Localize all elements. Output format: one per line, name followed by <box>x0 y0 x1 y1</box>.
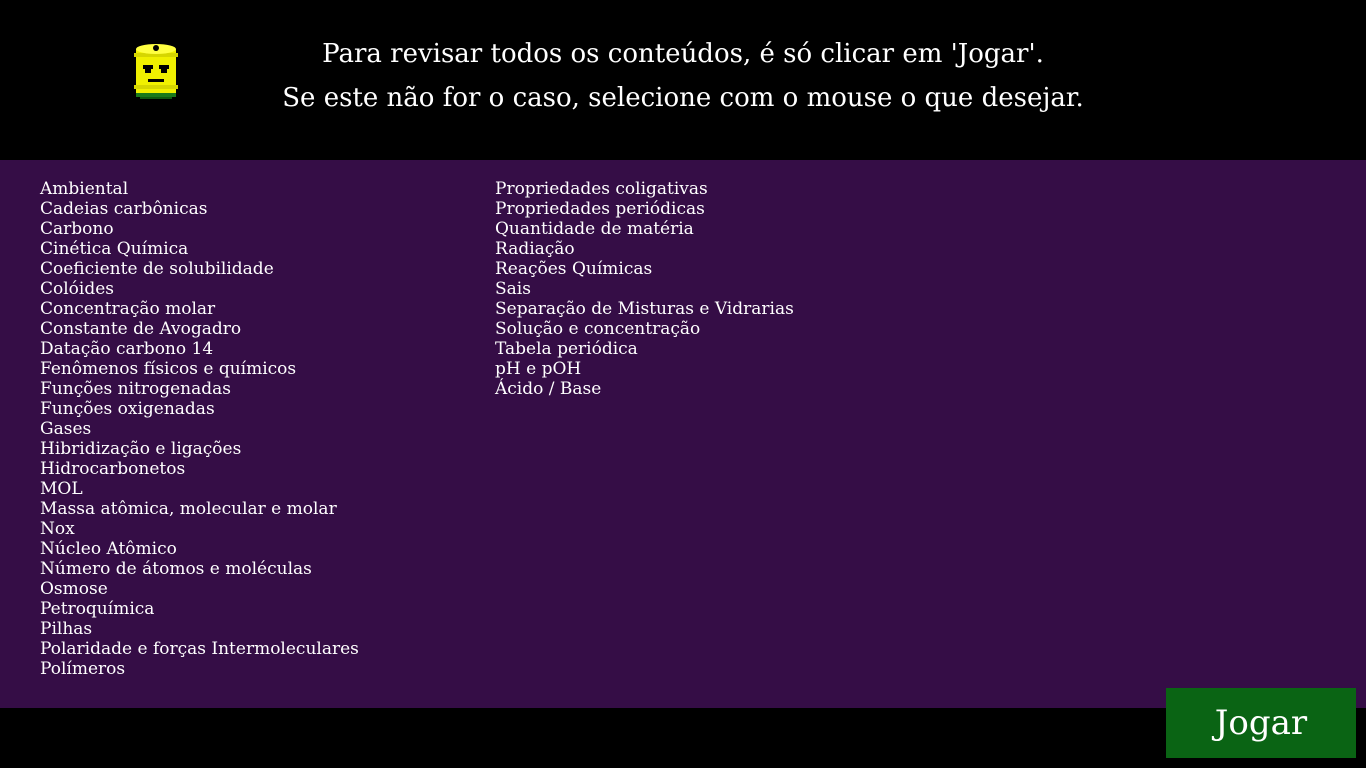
topic-item[interactable]: Hibridização e ligações <box>40 439 359 459</box>
header: Para revisar todos os conteúdos, é só cl… <box>0 0 1366 160</box>
topic-item[interactable]: Número de átomos e moléculas <box>40 559 359 579</box>
topic-item[interactable]: Carbono <box>40 219 359 239</box>
topic-item[interactable]: Tabela periódica <box>495 339 794 359</box>
topic-item[interactable]: Separação de Misturas e Vidrarias <box>495 299 794 319</box>
topic-selection-panel: Ambiental Cadeias carbônicas Carbono Cin… <box>0 160 1366 708</box>
topic-item[interactable]: Polaridade e forças Intermoleculares <box>40 639 359 659</box>
topic-list-right: Propriedades coligativas Propriedades pe… <box>495 179 794 399</box>
topic-item[interactable]: Hidrocarbonetos <box>40 459 359 479</box>
topic-item[interactable]: Concentração molar <box>40 299 359 319</box>
topic-item[interactable]: Cadeias carbônicas <box>40 199 359 219</box>
topic-item[interactable]: Ácido / Base <box>495 379 794 399</box>
topic-item[interactable]: Propriedades periódicas <box>495 199 794 219</box>
topic-item[interactable]: Coeficiente de solubilidade <box>40 259 359 279</box>
play-button[interactable]: Jogar <box>1166 688 1356 758</box>
topic-item[interactable]: Propriedades coligativas <box>495 179 794 199</box>
topic-item[interactable]: Osmose <box>40 579 359 599</box>
topic-item[interactable]: Polímeros <box>40 659 359 679</box>
topic-item[interactable]: Sais <box>495 279 794 299</box>
topic-item[interactable]: Funções oxigenadas <box>40 399 359 419</box>
topic-item[interactable]: Ambiental <box>40 179 359 199</box>
topic-item[interactable]: Radiação <box>495 239 794 259</box>
topic-item[interactable]: Colóides <box>40 279 359 299</box>
game-screen: Para revisar todos os conteúdos, é só cl… <box>0 0 1366 768</box>
topic-list-left: Ambiental Cadeias carbônicas Carbono Cin… <box>40 179 359 679</box>
topic-item[interactable]: Reações Químicas <box>495 259 794 279</box>
topic-item[interactable]: Funções nitrogenadas <box>40 379 359 399</box>
topic-item[interactable]: Núcleo Atômico <box>40 539 359 559</box>
topic-item[interactable]: Fenômenos físicos e químicos <box>40 359 359 379</box>
topic-item[interactable]: Cinética Química <box>40 239 359 259</box>
topic-item[interactable]: Massa atômica, molecular e molar <box>40 499 359 519</box>
instruction-line-2: Se este não for o caso, selecione com o … <box>282 83 1084 113</box>
topic-item[interactable]: MOL <box>40 479 359 499</box>
topic-item[interactable]: Constante de Avogadro <box>40 319 359 339</box>
topic-item[interactable]: Solução e concentração <box>495 319 794 339</box>
instructions: Para revisar todos os conteúdos, é só cl… <box>0 32 1366 120</box>
topic-item[interactable]: Datação carbono 14 <box>40 339 359 359</box>
topic-item[interactable]: Pilhas <box>40 619 359 639</box>
topic-item[interactable]: Petroquímica <box>40 599 359 619</box>
topic-item[interactable]: pH e pOH <box>495 359 794 379</box>
instruction-line-1: Para revisar todos os conteúdos, é só cl… <box>322 39 1044 69</box>
topic-item[interactable]: Gases <box>40 419 359 439</box>
topic-item[interactable]: Quantidade de matéria <box>495 219 794 239</box>
topic-item[interactable]: Nox <box>40 519 359 539</box>
